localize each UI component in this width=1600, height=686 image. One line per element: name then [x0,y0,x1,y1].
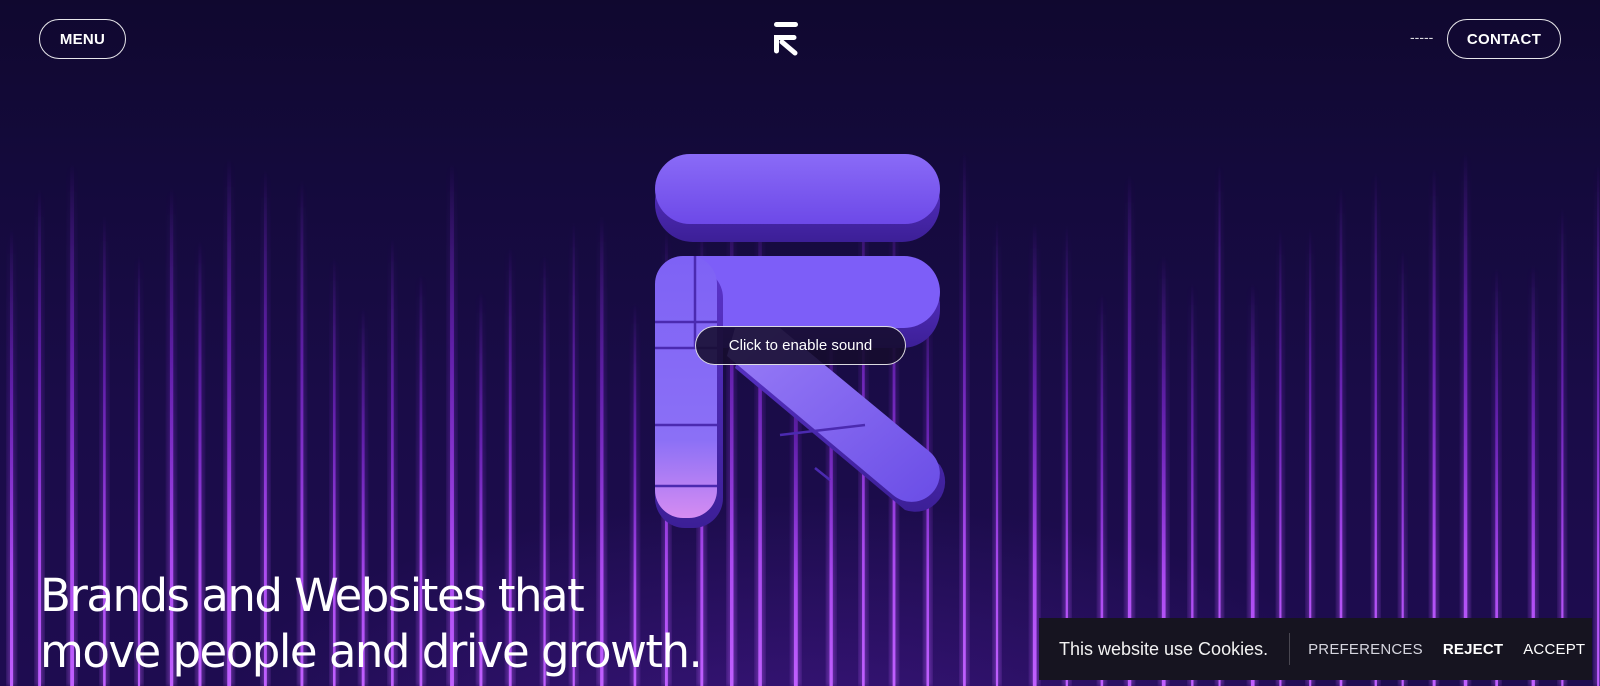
light-line [1029,223,1040,686]
light-line [1460,151,1471,686]
cookie-message: This website use Cookies. [1059,638,1269,659]
brand-logo-icon[interactable] [772,20,800,56]
cookie-consent-bar: This website use Cookies. PREFERENCES RE… [1039,618,1592,680]
headline-line-2: move people and drive growth. [40,625,703,678]
cookie-divider [1289,633,1291,665]
enable-sound-button[interactable]: Click to enable sound [695,326,906,365]
light-line [1558,207,1567,686]
contact-decoration: ----- [1410,29,1434,45]
contact-button[interactable]: CONTACT [1447,19,1561,59]
light-line [960,151,969,686]
light-line [1124,174,1135,686]
light-line [7,228,17,686]
light-line [1336,186,1346,686]
light-line [1215,163,1224,686]
cookie-accept-button[interactable]: ACCEPT [1523,641,1585,658]
light-line [1062,225,1071,686]
menu-button[interactable]: MENU [39,19,126,59]
light-line [1594,163,1600,686]
hero-headline: Brands and Websites that move people and… [40,568,800,680]
headline-line-1: Brands and Websites that [40,569,585,622]
cookie-preferences-button[interactable]: PREFERENCES [1308,641,1423,658]
light-line [1371,171,1380,686]
light-line [992,220,1002,686]
light-line [1429,167,1439,686]
cookie-reject-button[interactable]: REJECT [1443,641,1503,658]
